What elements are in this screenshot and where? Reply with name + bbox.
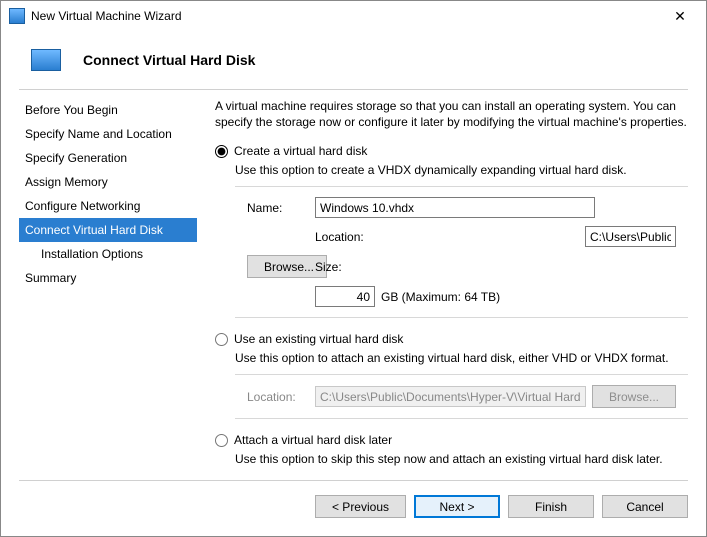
later-desc: Use this option to skip this step now an… (215, 451, 688, 467)
size-unit: GB (Maximum: 64 TB) (381, 290, 500, 304)
titlebar: New Virtual Machine Wizard ✕ (1, 1, 706, 31)
name-input[interactable] (315, 197, 595, 218)
page-heading: Connect Virtual Hard Disk (83, 52, 255, 68)
radio-existing-label: Use an existing virtual hard disk (234, 332, 403, 346)
vm-icon (31, 49, 61, 71)
cancel-button[interactable]: Cancel (602, 495, 688, 518)
radio-later[interactable] (215, 434, 228, 447)
radio-create-label: Create a virtual hard disk (234, 144, 367, 158)
existing-browse-button: Browse... (592, 385, 676, 408)
existing-desc: Use this option to attach an existing vi… (215, 350, 688, 366)
close-icon[interactable]: ✕ (658, 2, 702, 30)
nav-assign-memory[interactable]: Assign Memory (19, 170, 197, 194)
body: Before You Begin Specify Name and Locati… (1, 90, 706, 480)
nav-before-you-begin[interactable]: Before You Begin (19, 98, 197, 122)
radio-existing[interactable] (215, 333, 228, 346)
nav-installation-options[interactable]: Installation Options (19, 242, 197, 266)
nav-connect-virtual-hard-disk[interactable]: Connect Virtual Hard Disk (19, 218, 197, 242)
vm-icon (9, 8, 25, 24)
create-group: Name: Location: Browse... Size: GB (Maxi… (235, 186, 688, 318)
size-input[interactable] (315, 286, 375, 307)
nav-configure-networking[interactable]: Configure Networking (19, 194, 197, 218)
name-label: Name: (247, 201, 309, 215)
option-later: Attach a virtual hard disk later Use thi… (215, 433, 688, 475)
footer: < Previous Next > Finish Cancel (1, 481, 706, 536)
content-panel: A virtual machine requires storage so th… (215, 98, 688, 480)
existing-location-input (315, 386, 586, 407)
nav-specify-name-location[interactable]: Specify Name and Location (19, 122, 197, 146)
window-title: New Virtual Machine Wizard (31, 9, 658, 23)
nav-specify-generation[interactable]: Specify Generation (19, 146, 197, 170)
intro-text: A virtual machine requires storage so th… (215, 98, 688, 130)
location-input[interactable] (585, 226, 676, 247)
radio-later-label: Attach a virtual hard disk later (234, 433, 392, 447)
nav-summary[interactable]: Summary (19, 266, 197, 290)
finish-button[interactable]: Finish (508, 495, 594, 518)
radio-create[interactable] (215, 145, 228, 158)
previous-button[interactable]: < Previous (315, 495, 406, 518)
header: Connect Virtual Hard Disk (1, 31, 706, 89)
size-label: Size: (315, 260, 579, 274)
existing-location-label: Location: (247, 390, 309, 404)
wizard-window: New Virtual Machine Wizard ✕ Connect Vir… (0, 0, 707, 537)
next-button[interactable]: Next > (414, 495, 500, 518)
create-desc: Use this option to create a VHDX dynamic… (215, 162, 688, 178)
location-label: Location: (315, 230, 579, 244)
option-existing: Use an existing virtual hard disk Use th… (215, 332, 688, 419)
nav-list: Before You Begin Specify Name and Locati… (19, 98, 197, 480)
option-create: Create a virtual hard disk Use this opti… (215, 144, 688, 318)
existing-group: Location: Browse... (235, 374, 688, 419)
